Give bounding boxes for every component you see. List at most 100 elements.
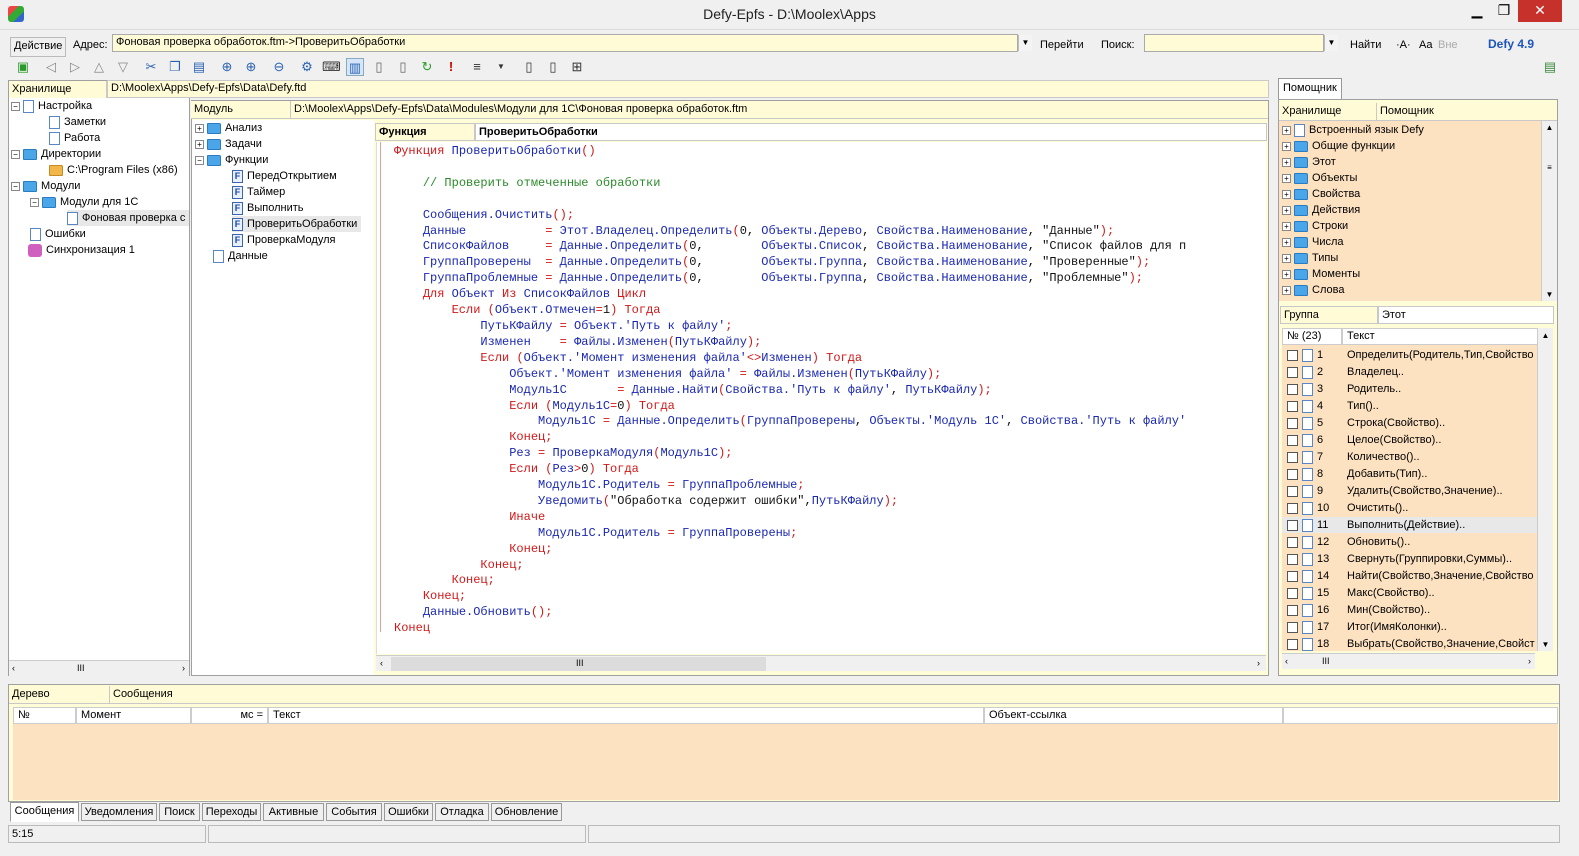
go-button[interactable]: Перейти	[1040, 39, 1084, 51]
new-icon[interactable]: ▣	[14, 58, 32, 76]
helper-list-vscroll[interactable]: ▲ ▼	[1537, 328, 1553, 651]
helper-tree-item[interactable]: + Числа	[1282, 234, 1344, 250]
tab-messages[interactable]: Сообщения	[10, 802, 79, 822]
storage-hscroll[interactable]: ‹ III ›	[9, 660, 189, 676]
tree-item[interactable]: Заметки	[49, 114, 106, 130]
helper-book-icon[interactable]: ▤	[1541, 58, 1559, 76]
tree-item[interactable]: Синхронизация 1	[28, 242, 135, 258]
collapse-icon[interactable]: −	[11, 181, 20, 191]
maximize-icon[interactable]: ❐	[1491, 0, 1517, 22]
match-case-button[interactable]: Aa	[1419, 39, 1432, 51]
helper-tree-item[interactable]: + Этот	[1282, 154, 1336, 170]
row-checkbox[interactable]	[1287, 570, 1298, 582]
helper-list-row[interactable]: 8 Добавить(Тип)..	[1282, 466, 1538, 482]
row-checkbox[interactable]	[1287, 485, 1298, 497]
tab-errors[interactable]: Ошибки	[384, 803, 433, 821]
tab-transitions[interactable]: Переходы	[202, 803, 261, 821]
tree-item[interactable]: − Функции	[195, 152, 268, 168]
helper-list-row[interactable]: 2 Владелец..	[1282, 364, 1538, 380]
tree-item[interactable]: F ПроверкаМодуля	[232, 232, 335, 248]
helper-list-row[interactable]: 10 Очистить()..	[1282, 500, 1538, 516]
tree-item[interactable]: + Анализ	[195, 120, 262, 136]
tree-item[interactable]: Ошибки	[30, 226, 86, 242]
expand-icon[interactable]: +	[1282, 189, 1291, 199]
collapse-icon[interactable]: −	[195, 155, 204, 165]
helper-list-row[interactable]: 6 Целое(Свойство)..	[1282, 432, 1538, 448]
tab-debug[interactable]: Отладка	[435, 803, 489, 821]
down-icon[interactable]: ▽	[114, 58, 132, 76]
collapse-icon[interactable]: −	[30, 197, 39, 207]
paste-icon[interactable]: ▤	[190, 58, 208, 76]
row-checkbox[interactable]	[1287, 604, 1298, 616]
address-dropdown-icon[interactable]: ▼	[1018, 35, 1032, 51]
tab-events[interactable]: События	[326, 803, 382, 821]
copy-icon[interactable]: ❐	[166, 58, 184, 76]
tab-active[interactable]: Активные	[263, 803, 324, 821]
tree-item[interactable]: Данные	[213, 248, 268, 264]
font-size-button[interactable]: ·A·	[1396, 39, 1411, 51]
row-checkbox[interactable]	[1287, 621, 1298, 633]
helper-tree-item[interactable]: + Типы	[1282, 250, 1338, 266]
row-checkbox[interactable]	[1287, 434, 1298, 446]
helper-list-row[interactable]: 3 Родитель..	[1282, 381, 1538, 397]
helper-list-row[interactable]: 4 Тип()..	[1282, 398, 1538, 414]
refresh-icon[interactable]: ↻	[418, 58, 436, 76]
expand-icon[interactable]: +	[1282, 253, 1291, 263]
helper-list-row[interactable]: 7 Количество()..	[1282, 449, 1538, 465]
add-icon[interactable]: ⊕	[218, 58, 236, 76]
expand-icon[interactable]: +	[1282, 221, 1291, 231]
expand-icon[interactable]: +	[1282, 205, 1291, 215]
helper-tree-item[interactable]: + Общие функции	[1282, 138, 1395, 154]
split-horizontal-icon[interactable]: ▯	[544, 58, 562, 76]
tree-item[interactable]: F Выполнить	[232, 200, 303, 216]
helper-list-row[interactable]: 18 Выбрать(Свойство,Значение,Свойст	[1282, 636, 1538, 651]
helper-list-row[interactable]: 16 Мин(Свойство)..	[1282, 602, 1538, 618]
format-dropdown-icon[interactable]: ▼	[492, 58, 510, 76]
pages-icon[interactable]: ▯	[394, 58, 412, 76]
expand-icon[interactable]: +	[1282, 141, 1291, 151]
editor-hscroll[interactable]: ‹ III ›	[376, 655, 1266, 671]
text-column-header[interactable]: Текст	[268, 707, 984, 724]
helper-list-row[interactable]: 15 Макс(Свойство)..	[1282, 585, 1538, 601]
tab-update[interactable]: Обновление	[491, 803, 562, 821]
ref-column-header[interactable]: Объект-ссылка	[984, 707, 1283, 724]
storage-path[interactable]: D:\Moolex\Apps\Defy-Epfs\Data\Defy.ftd	[107, 80, 1269, 98]
row-checkbox[interactable]	[1287, 468, 1298, 480]
num-column-header[interactable]: №	[13, 707, 76, 724]
helper-hscroll[interactable]: ‹ III ›	[1282, 653, 1535, 669]
expand-icon[interactable]: +	[1282, 269, 1291, 279]
text-header[interactable]: Текст	[1342, 328, 1538, 345]
search-input[interactable]	[1144, 34, 1324, 52]
tree-item[interactable]: − Модули	[11, 178, 80, 194]
helper-tree-item[interactable]: + Слова	[1282, 282, 1344, 298]
helper-tree-item[interactable]: + Действия	[1282, 202, 1360, 218]
row-checkbox[interactable]	[1287, 400, 1298, 412]
helper-tree-item[interactable]: + Моменты	[1282, 266, 1360, 282]
ms-column-header[interactable]: мс =	[191, 707, 268, 724]
row-checkbox[interactable]	[1287, 587, 1298, 599]
tree-item-selected[interactable]: F ПроверитьОбработки	[232, 216, 362, 232]
expand-icon[interactable]: +	[1282, 173, 1291, 183]
expand-icon[interactable]: +	[1282, 237, 1291, 247]
document-icon[interactable]: ▥	[346, 58, 364, 76]
error-icon[interactable]: !	[442, 58, 460, 76]
keyboard-icon[interactable]: ⌨	[322, 58, 341, 76]
count-header[interactable]: № (23)	[1282, 328, 1342, 345]
minimize-icon[interactable]: ▁	[1464, 0, 1490, 22]
helper-list-row[interactable]: 12 Обновить()..	[1282, 534, 1538, 550]
tree-item[interactable]: + Задачи	[195, 136, 262, 152]
helper-list-row[interactable]: 1 Определить(Родитель,Тип,Свойство	[1282, 347, 1538, 363]
helper-tree-item[interactable]: + Свойства	[1282, 186, 1360, 202]
forward-icon[interactable]: ▷	[66, 58, 84, 76]
collapse-icon[interactable]: −	[11, 149, 20, 159]
module-path[interactable]: D:\Moolex\Apps\Defy-Epfs\Data\Modules\Мо…	[291, 101, 1268, 119]
address-input[interactable]: Фоновая проверка обработок.ftm->Проверит…	[112, 34, 1018, 52]
format-icon[interactable]: ≡	[468, 58, 486, 76]
tree-item[interactable]: − Директории	[11, 146, 101, 162]
up-icon[interactable]: △	[90, 58, 108, 76]
insert-icon[interactable]: ⊕	[242, 58, 260, 76]
row-checkbox[interactable]	[1287, 519, 1298, 531]
helper-list-row[interactable]: 17 Итог(ИмяКолонки)..	[1282, 619, 1538, 635]
tab-helper[interactable]: Помощник	[1278, 78, 1342, 99]
row-checkbox[interactable]	[1287, 451, 1298, 463]
